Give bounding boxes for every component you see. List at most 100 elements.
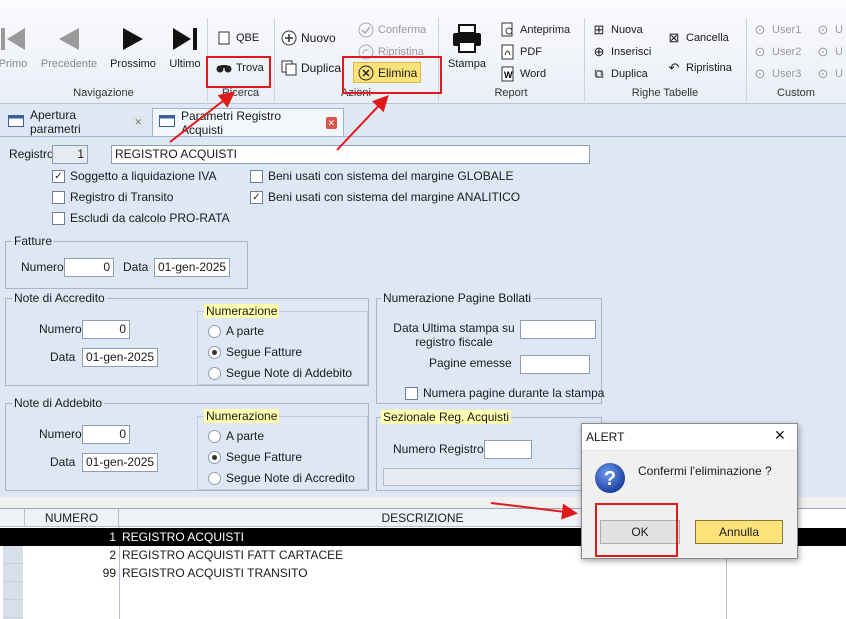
user6-button[interactable]: ⊙ U [815,64,843,84]
checkbox-box [405,386,418,400]
check-icon: ✓ [52,169,65,183]
group-label-custom: Custom [777,87,815,99]
fatture-group: Fatture Numero 0 Data 01-gen-2025 [5,234,248,289]
pagine-bollati-legend: Numerazione Pagine Bollati [381,291,534,305]
last-button[interactable]: Ultimo [164,20,206,80]
form-icon [159,115,175,130]
cancel-button[interactable]: Annulla [695,520,783,544]
radio-dot [208,366,221,380]
checkbox-numera-pagine[interactable]: Numera pagine durante la stampa [405,386,604,400]
sezionale-legend: Sezionale Reg. Acquisti [381,410,512,424]
radio-dot [208,429,221,443]
radio-addebito-segue-fatture[interactable]: Segue Fatture [208,450,302,464]
pdf-button[interactable]: PDF [500,42,542,62]
first-button[interactable]: Primo [0,20,32,80]
row-duplicate-button[interactable]: ⧉ Duplica [591,64,647,84]
row-delete-button[interactable]: ⊠ Cancella [666,28,729,48]
undo-icon: ↶ [668,60,680,75]
radio-dot [208,471,221,485]
accredito-data-field[interactable]: 01-gen-2025 [82,348,158,367]
fatture-numero-label: Numero [21,260,64,274]
group-label-navigazione: Navigazione [73,87,134,99]
highlight-delete-button [342,56,442,94]
user4-button[interactable]: ⊙ U [815,20,843,40]
fatture-numero-field[interactable]: 0 [64,258,114,277]
column-header-numero[interactable]: NUMERO [25,509,119,527]
preview-icon [500,22,516,38]
svg-text:?: ? [604,468,616,490]
checkbox-soggetto-iva[interactable]: ✓ Soggetto a liquidazione IVA [52,169,217,183]
form-icon [8,114,24,130]
radio-accredito-segue-addebito[interactable]: Segue Note di Addebito [208,366,352,380]
user-icon: ⊙ [754,66,766,81]
pdf-icon [500,44,516,60]
check-circle-icon [358,22,374,38]
tab-parametri-registro-acquisti[interactable]: Parametri Registro Acquisti ✕ [152,108,344,137]
radio-addebito-segue-accredito[interactable]: Segue Note di Accredito [208,471,355,485]
numero-registro-field[interactable] [484,440,532,459]
checkbox-box [52,211,65,225]
row-restore-button[interactable]: ↶ Ripristina [666,58,732,78]
row-new-button[interactable]: ⊞ Nuova [591,20,643,40]
group-label-ricerca: Ricerca [221,87,260,99]
close-icon[interactable]: ✕ [325,116,337,129]
note-addebito-legend: Note di Addebito [12,396,105,410]
confirm-button[interactable]: Conferma [358,20,426,40]
check-icon: ✓ [250,190,263,204]
table-row[interactable]: 99 REGISTRO ACQUISTI TRANSITO [0,564,846,582]
question-icon: ? [594,462,626,497]
addebito-data-label: Data [50,455,76,469]
copy-icon [281,60,297,76]
note-accredito-legend: Note di Accredito [12,291,107,305]
qbe-button[interactable]: QBE [216,28,259,48]
addebito-data-field[interactable]: 01-gen-2025 [82,453,158,472]
previous-icon [59,28,79,50]
numero-registro-label: Numero Registro [393,442,484,456]
first-icon [1,28,25,50]
highlight-find-button [206,56,271,88]
pagine-emesse-field[interactable] [520,355,590,374]
accredito-data-label: Data [50,350,76,364]
radio-addebito-a-parte[interactable]: A parte [208,429,264,443]
accredito-numerazione-group: Numerazione A parte Segue Fatture Segue … [197,304,368,385]
data-ultima-stampa-field[interactable] [520,320,596,339]
row-insert-button[interactable]: ⊕ Inserisci [591,42,652,62]
user-icon: ⊙ [817,66,829,81]
word-button[interactable]: W Word [500,64,546,84]
duplicate-button[interactable]: Duplica [281,58,341,78]
tab-bar: Apertura parametri ✕ Parametri Registro … [0,104,846,137]
svg-text:W: W [504,70,513,80]
registro-description-field[interactable]: REGISTRO ACQUISTI [111,145,590,164]
radio-dot [208,450,221,464]
user5-button[interactable]: ⊙ U [815,42,843,62]
close-icon[interactable]: ✕ [132,116,144,128]
close-icon[interactable]: ✕ [774,427,786,444]
accredito-numero-field[interactable]: 0 [82,320,130,339]
user3-button[interactable]: ⊙ User3 [752,64,802,84]
registro-number-field[interactable]: 1 [52,145,88,164]
radio-accredito-segue-fatture[interactable]: Segue Fatture [208,345,302,359]
next-button[interactable]: Prossimo [108,20,158,80]
addebito-numero-field[interactable]: 0 [82,425,130,444]
checkbox-escludi-prorata[interactable]: Escludi da calcolo PRO-RATA [52,211,230,225]
radio-accredito-a-parte[interactable]: A parte [208,324,264,338]
accredito-numero-label: Numero [39,322,82,336]
checkbox-margine-globale[interactable]: Beni usati con sistema del margine GLOBA… [250,169,513,183]
preview-button[interactable]: Anteprima [500,20,570,40]
checkbox-registro-transito[interactable]: Registro di Transito [52,190,173,204]
user2-button[interactable]: ⊙ User2 [752,42,802,62]
user1-button[interactable]: ⊙ User1 [752,20,802,40]
print-button[interactable]: Stampa [443,20,491,80]
dialog-message: Confermi l'eliminazione ? [638,464,772,478]
previous-button[interactable]: Precedente [38,20,100,80]
radio-dot [208,345,221,359]
next-icon [123,28,143,50]
checkbox-margine-analitico[interactable]: ✓ Beni usati con sistema del margine ANAL… [250,190,520,204]
checkbox-box [250,169,263,183]
fatture-data-field[interactable]: 01-gen-2025 [154,258,230,277]
tab-apertura-parametri[interactable]: Apertura parametri ✕ [2,108,150,136]
registro-label: Registro [9,147,54,161]
plus-circle-icon [281,30,297,46]
new-button[interactable]: Nuovo [281,28,336,48]
checkbox-box [52,190,65,204]
